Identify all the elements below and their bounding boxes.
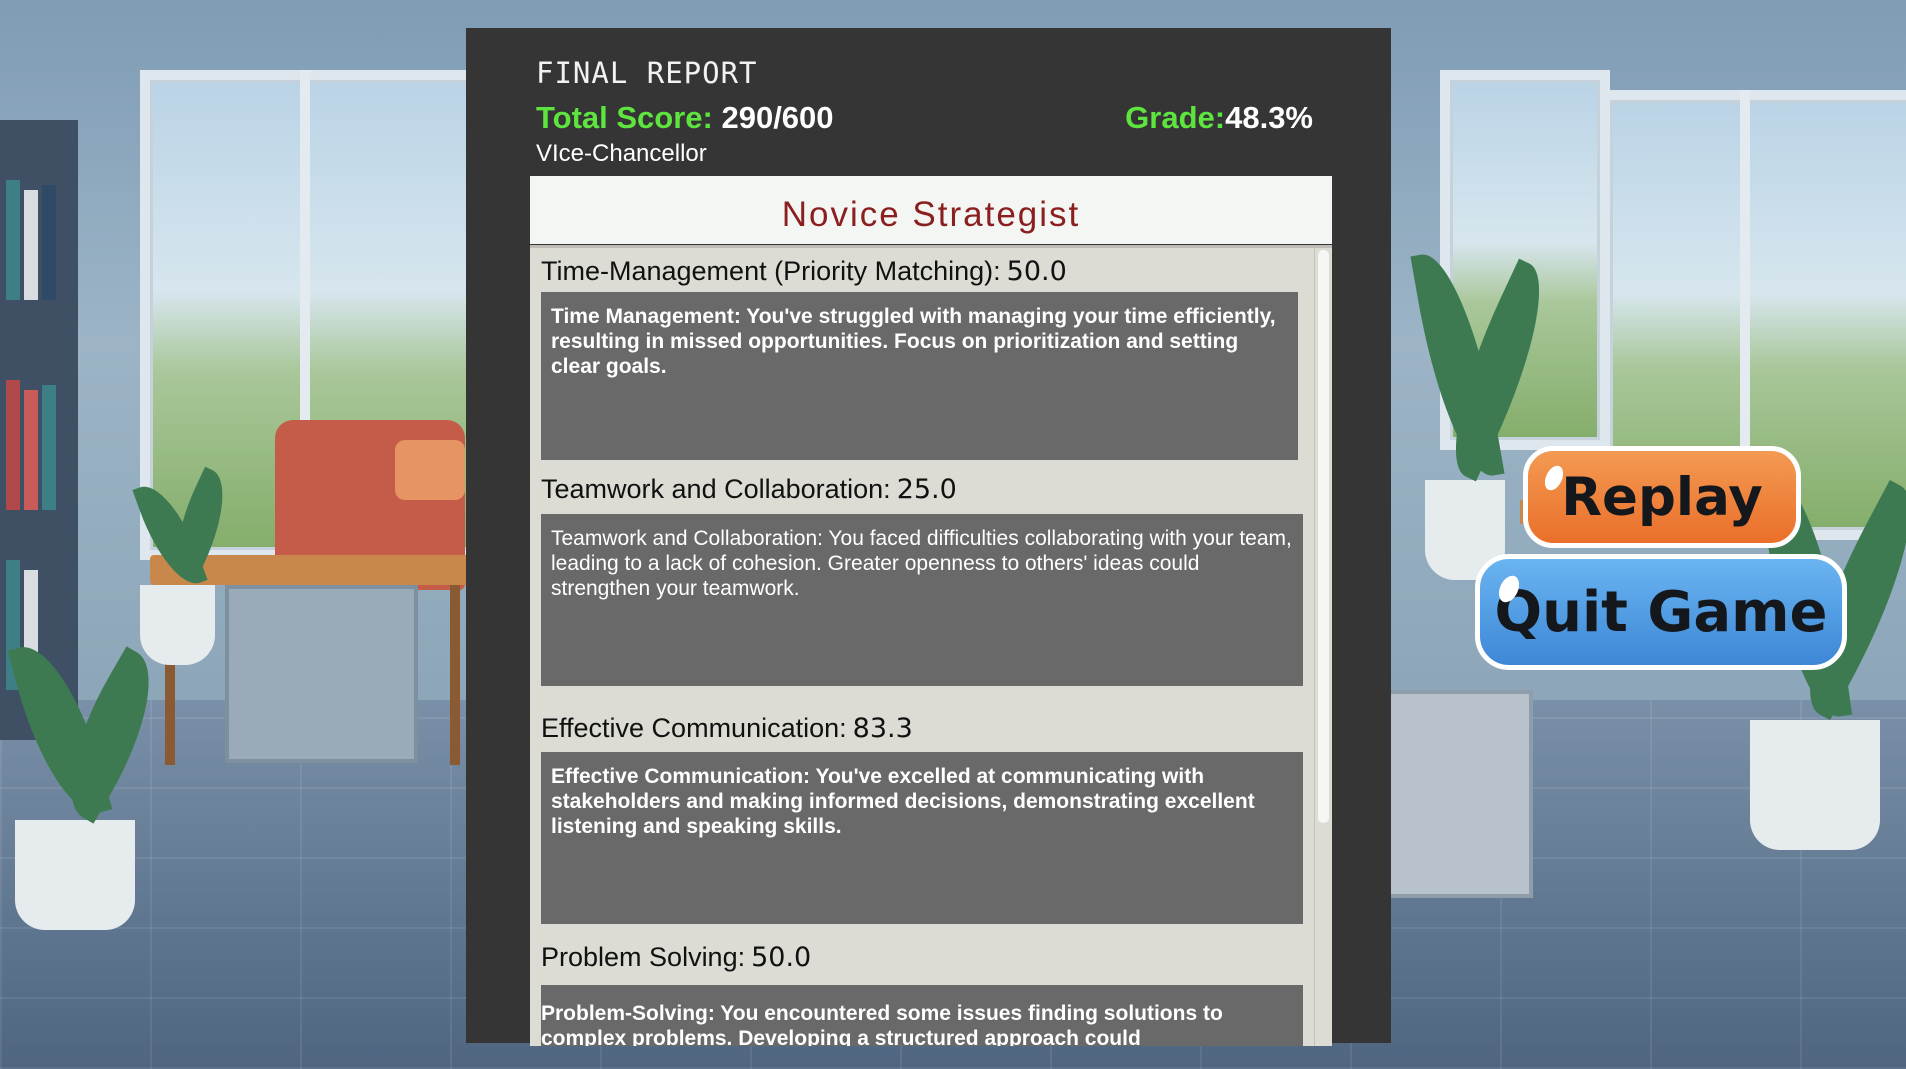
feedback-scroll-area[interactable]: Time-Management (Priority Matching): 50.0… [530, 245, 1332, 1046]
rank-banner: Novice Strategist [530, 176, 1332, 244]
grade-label: Grade: [1125, 100, 1226, 135]
feedback-box: Teamwork and Collaboration: You faced di… [541, 514, 1303, 686]
player-role: VIce-Chancellor [536, 140, 707, 167]
total-score-value: 290/600 [721, 100, 834, 135]
section-score: 25.0 [896, 474, 957, 505]
replay-button[interactable]: Replay [1523, 446, 1801, 548]
total-score: Total Score: 290/600 [536, 100, 834, 136]
feedback-text: Time Management: You've struggled with m… [551, 305, 1276, 378]
quit-game-button[interactable]: Quit Game [1475, 554, 1847, 670]
section-score: 83.3 [852, 713, 913, 744]
section-header: Time-Management (Priority Matching): 50.0 [541, 256, 1067, 287]
report-title: FINAL REPORT [536, 56, 758, 90]
scrollbar-track[interactable] [1314, 248, 1332, 1046]
final-report-panel: FINAL REPORT Total Score: 290/600 Grade:… [466, 28, 1391, 1046]
replay-label: Replay [1561, 466, 1763, 528]
total-score-label: Total Score: [536, 100, 713, 135]
section-header: Problem Solving: 50.0 [541, 942, 811, 973]
section-name: Problem Solving: [541, 942, 746, 972]
feedback-text: Teamwork and Collaboration: You faced di… [551, 527, 1292, 600]
section-name: Time-Management (Priority Matching): [541, 256, 1001, 286]
quit-label: Quit Game [1494, 579, 1828, 645]
section-score: 50.0 [751, 942, 812, 973]
feedback-box: Time Management: You've struggled with m… [541, 292, 1298, 460]
section-header: Teamwork and Collaboration: 25.0 [541, 474, 957, 505]
section-name: Teamwork and Collaboration: [541, 474, 891, 504]
feedback-text: Problem-Solving: You encountered some is… [541, 1002, 1223, 1046]
grade-value: 48.3% [1225, 100, 1313, 135]
scrollbar-thumb[interactable] [1318, 250, 1329, 823]
section-name: Effective Communication: [541, 713, 847, 743]
grade: Grade:48.3% [1125, 100, 1313, 136]
feedback-box: Problem-Solving: You encountered some is… [541, 985, 1303, 1046]
rank-title: Novice Strategist [781, 195, 1081, 234]
feedback-box: Effective Communication: You've excelled… [541, 752, 1303, 924]
section-header: Effective Communication: 83.3 [541, 713, 913, 744]
section-score: 50.0 [1006, 256, 1067, 287]
feedback-text: Effective Communication: You've excelled… [551, 765, 1255, 838]
